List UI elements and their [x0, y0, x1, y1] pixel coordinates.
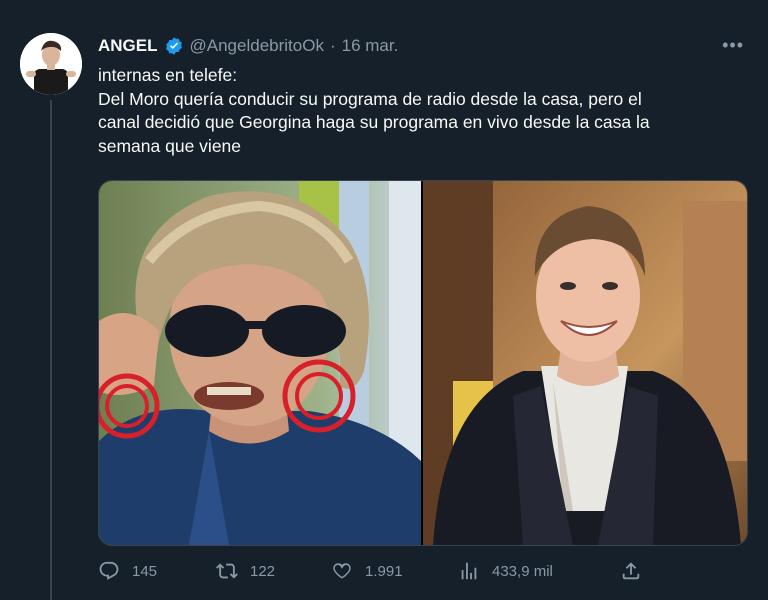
thread-line	[50, 100, 52, 600]
tweet-line: Del Moro quería conducir su programa de …	[98, 88, 642, 109]
tweet-line: internas en telefe:	[98, 65, 238, 85]
tweet-line: semana que viene	[98, 135, 242, 156]
views-chart-icon	[461, 562, 477, 580]
share-button[interactable]	[620, 560, 642, 582]
more-options-icon[interactable]: •••	[722, 36, 744, 54]
reply-button[interactable]: 145	[98, 560, 157, 582]
tweet-media[interactable]	[98, 180, 748, 546]
retweet-count: 122	[250, 562, 276, 580]
author-handle[interactable]: @AngeldebritoOk	[190, 36, 324, 56]
author-name[interactable]: ANGEL	[98, 36, 158, 56]
retweet-button[interactable]: 122	[216, 560, 275, 582]
tweet-header: ANGEL @AngeldebritoOk · 16 mar.	[98, 34, 398, 58]
retweet-icon	[216, 563, 238, 579]
tweet-line: canal decidió que Georgina haga su progr…	[98, 112, 650, 132]
heart-icon	[333, 563, 351, 579]
views-count: 433,9 mil	[492, 562, 553, 580]
tweet-actions: 145 122 1.991 433,9 mil	[98, 560, 658, 588]
views-button[interactable]: 433,9 mil	[458, 560, 553, 582]
share-icon	[622, 562, 640, 580]
tweet-text: internas en telefe: Del Moro quería cond…	[98, 64, 738, 158]
header-separator: ·	[329, 36, 336, 55]
avatar[interactable]	[20, 33, 82, 95]
photo-woman-sunglasses[interactable]	[99, 181, 421, 545]
like-count: 1.991	[365, 562, 403, 580]
like-button[interactable]: 1.991	[331, 560, 403, 582]
reply-icon	[99, 561, 119, 580]
reply-count: 145	[132, 562, 158, 580]
verified-badge-icon	[164, 36, 184, 56]
tweet-date[interactable]: 16 mar.	[342, 36, 399, 56]
photo-man-suit[interactable]	[423, 181, 747, 545]
